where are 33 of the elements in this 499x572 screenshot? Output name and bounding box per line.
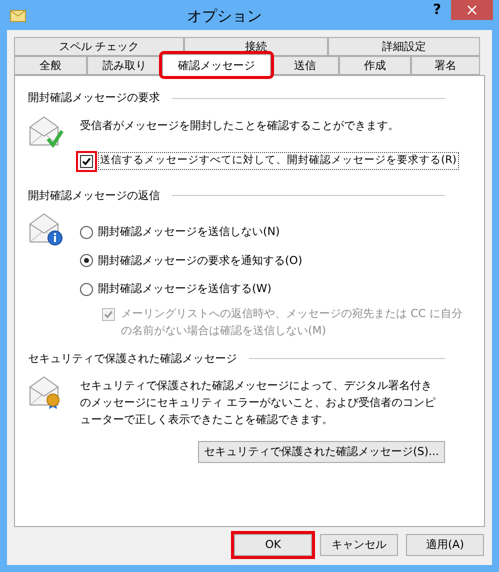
tab[interactable]: 確認メッセージ [162, 54, 271, 76]
dialog-button[interactable]: キャンセル [320, 534, 398, 556]
window-title: オプション [186, 6, 263, 27]
secure-receipt-button[interactable]: セキュリティで保護された確認メッセージ(S)... [198, 441, 445, 463]
tab[interactable]: 作成 [339, 56, 411, 75]
tab[interactable]: 送信 [271, 56, 339, 75]
tab[interactable]: 署名 [411, 56, 480, 75]
checkbox[interactable] [76, 150, 97, 172]
description-text: 受信者がメッセージを開封したことを確認することができます。 [80, 118, 400, 134]
radio-label[interactable]: 開封確認メッセージを送信する(W) [98, 281, 272, 298]
tab[interactable]: スペル チェック [14, 37, 184, 56]
close-button[interactable]: × [451, 0, 493, 20]
tab[interactable]: 詳細設定 [328, 37, 480, 56]
section-heading: 開封確認メッセージの要求 [28, 90, 160, 106]
dialog-button[interactable]: OK [234, 534, 312, 556]
radio-button[interactable] [80, 254, 93, 268]
app-icon [10, 10, 26, 22]
radio-label[interactable]: 開封確認メッセージの要求を通知する(O) [98, 252, 302, 269]
help-button[interactable]: ? [423, 0, 451, 20]
radio-button[interactable] [80, 282, 93, 296]
section-heading: 開封確認メッセージの返信 [28, 188, 160, 204]
tab[interactable]: 全般 [14, 56, 87, 75]
checkbox-label[interactable]: 送信するメッセージすべてに対して、開封確認メッセージを要求する(R) [98, 152, 458, 170]
envelope-info-icon [28, 212, 64, 246]
radio-label[interactable]: 開封確認メッセージを送信しない(N) [98, 224, 280, 240]
dialog-button[interactable]: 適用(A) [406, 534, 484, 556]
tab[interactable]: 読み取り [87, 56, 162, 75]
radio-button[interactable] [80, 226, 93, 239]
description-text: セキュリティで保護された確認メッセージによって、デジタル署名付きのメッセージにセキュリティ エラーがないこと、および受信者のコンピューターで正しく表示できたことを確認できます。 [80, 378, 436, 428]
envelope-check-icon [28, 114, 64, 148]
checkmark-icon [104, 310, 113, 318]
section-heading: セキュリティで保護された確認メッセージ [28, 350, 237, 366]
checkmark-icon [82, 156, 91, 166]
